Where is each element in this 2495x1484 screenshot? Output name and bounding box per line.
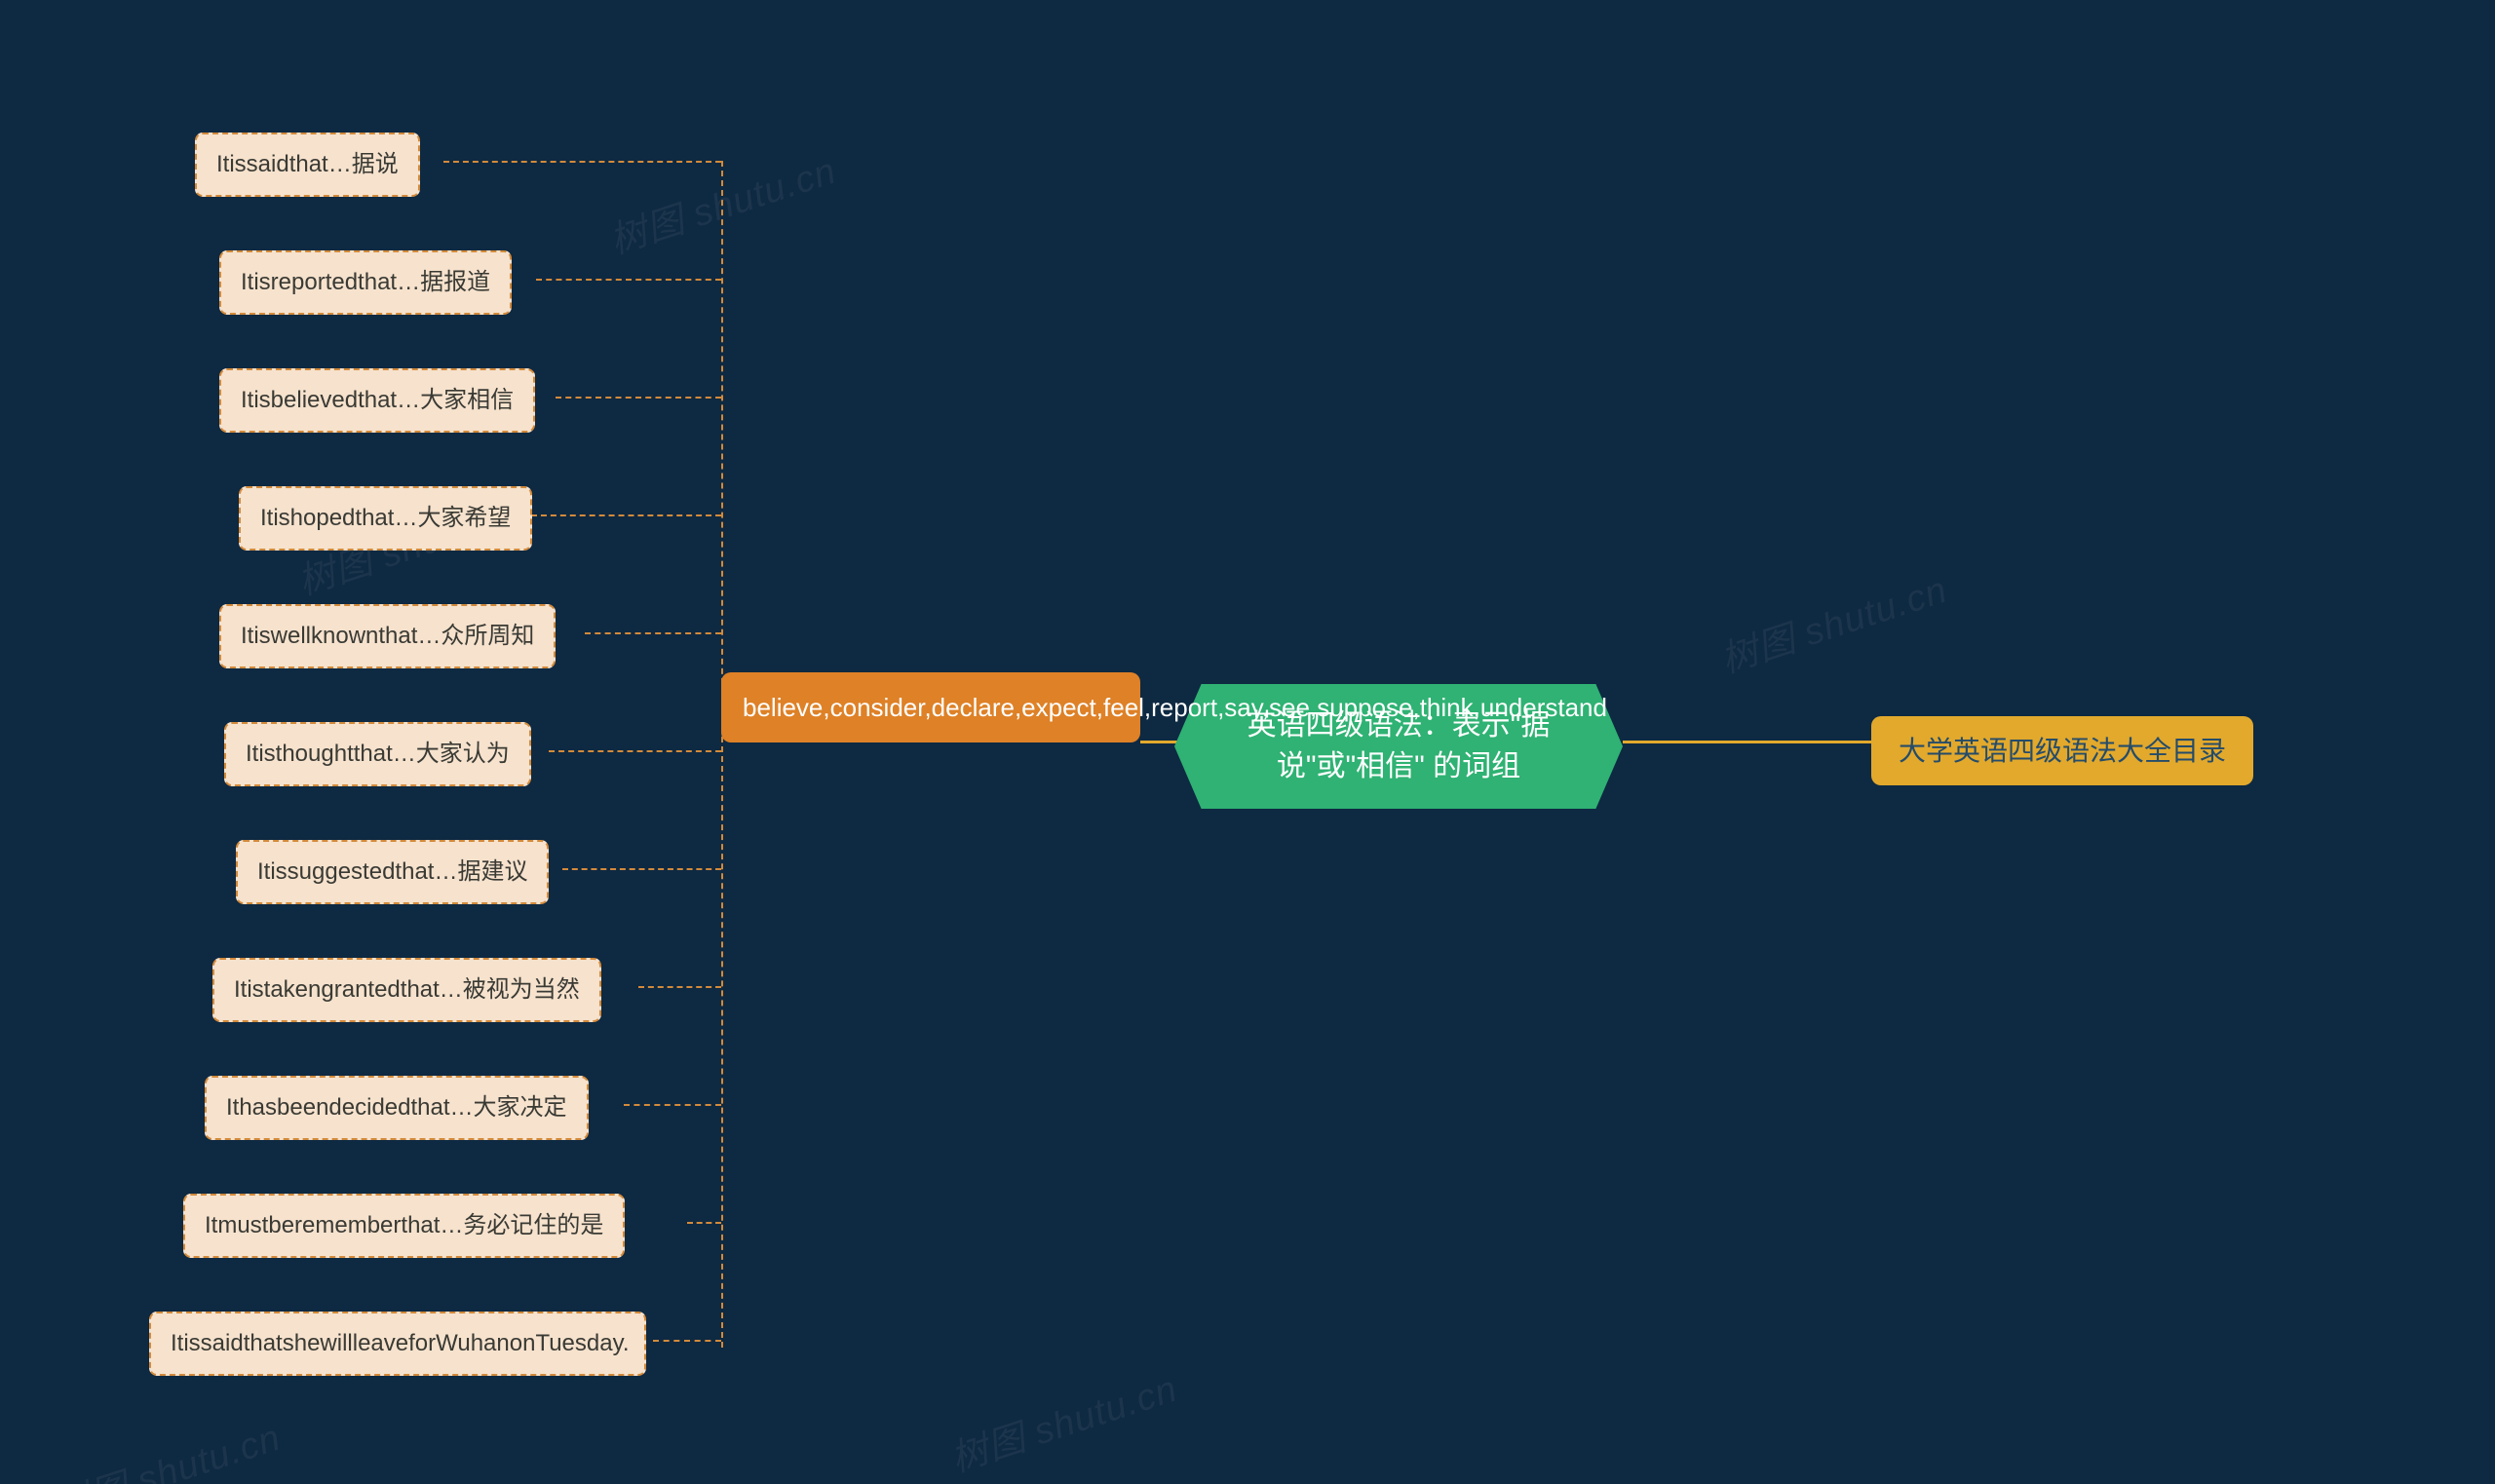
leaf-node[interactable]: Ithasbeendecidedthat…大家决定 (205, 1076, 589, 1140)
connector (624, 1104, 721, 1106)
watermark: 树图 shutu.cn (46, 1407, 286, 1484)
leaf-label: Ithasbeendecidedthat…大家决定 (226, 1091, 567, 1124)
mindmap-canvas: 树图 shutu.cn 树图 shutu.cn 树图 shutu.cn 树图 s… (0, 0, 2495, 1484)
connector (531, 514, 721, 516)
leaf-label: Itiswellknownthat…众所周知 (241, 620, 534, 653)
connector (687, 1222, 721, 1224)
right-branch-node[interactable]: 大学英语四级语法大全目录 (1871, 716, 2253, 785)
leaf-node[interactable]: Itiswellknownthat…众所周知 (219, 604, 556, 668)
leaf-label: Itistakengrantedthat…被视为当然 (234, 973, 580, 1007)
connector (443, 161, 721, 163)
connector (653, 1340, 721, 1342)
leaf-node[interactable]: Itisreportedthat…据报道 (219, 250, 512, 315)
leaf-node[interactable]: Itisthoughtthat…大家认为 (224, 722, 531, 786)
leaf-label: Itisthoughtthat…大家认为 (246, 738, 510, 771)
connector (1140, 741, 1179, 743)
leaf-node[interactable]: Itishopedthat…大家希望 (239, 486, 532, 551)
connector (562, 868, 721, 870)
leaf-node[interactable]: Itissuggestedthat…据建议 (236, 840, 549, 904)
left-branch-label: believe,consider,declare,expect,feel,rep… (743, 690, 1607, 725)
left-branch-node[interactable]: believe,consider,declare,expect,feel,rep… (721, 672, 1140, 742)
leaf-label: Itissaidthat…据说 (216, 148, 399, 181)
leaf-node[interactable]: Itistakengrantedthat…被视为当然 (212, 958, 601, 1022)
connector (638, 986, 721, 988)
leaf-node[interactable]: Itissaidthat…据说 (195, 133, 420, 197)
connector (536, 279, 721, 281)
leaf-node[interactable]: ItissaidthatshewillleaveforWuhanonTuesda… (149, 1312, 646, 1376)
connector (556, 397, 721, 399)
leaf-label: ItissaidthatshewillleaveforWuhanonTuesda… (171, 1327, 629, 1360)
connector (1623, 741, 1874, 743)
connector (549, 750, 721, 752)
watermark: 树图 shutu.cn (942, 1358, 1182, 1482)
leaf-label: Itishopedthat…大家希望 (260, 502, 511, 535)
leaf-label: Itmustberememberthat…务必记住的是 (205, 1209, 603, 1242)
watermark: 树图 shutu.cn (1712, 559, 1952, 683)
connector-spine (721, 161, 723, 1348)
leaf-label: Itisbelievedthat…大家相信 (241, 384, 514, 417)
leaf-label: Itissuggestedthat…据建议 (257, 856, 527, 889)
connector (585, 632, 721, 634)
leaf-node[interactable]: Itmustberememberthat…务必记住的是 (183, 1194, 625, 1258)
leaf-label: Itisreportedthat…据报道 (241, 266, 490, 299)
right-branch-label: 大学英语四级语法大全目录 (1899, 732, 2226, 770)
leaf-node[interactable]: Itisbelievedthat…大家相信 (219, 368, 535, 433)
